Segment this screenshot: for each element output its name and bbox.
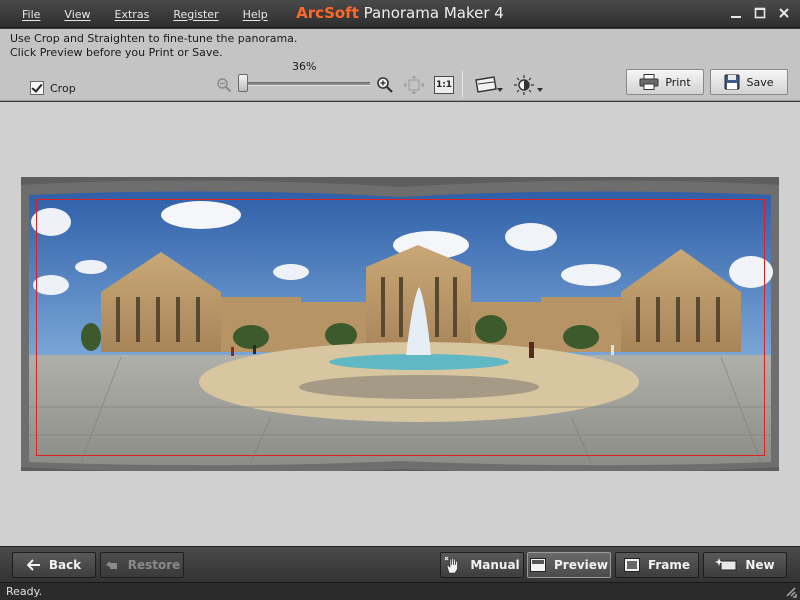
- new-project-icon: [715, 558, 737, 571]
- maximize-icon[interactable]: [750, 2, 770, 24]
- window-controls: [726, 2, 794, 24]
- manual-button[interactable]: Manual: [440, 552, 524, 578]
- save-button[interactable]: Save: [710, 69, 788, 95]
- zoom-out-icon[interactable]: [216, 77, 232, 93]
- new-button[interactable]: New: [703, 552, 787, 578]
- title-bar: File View Extras Register Help ArcSoft P…: [0, 0, 800, 28]
- restore-label: Restore: [127, 558, 181, 572]
- resize-grip-icon[interactable]: [784, 585, 798, 599]
- preview-icon: [529, 558, 546, 572]
- manual-label: Manual: [470, 558, 520, 572]
- print-label: Print: [665, 75, 691, 89]
- restore-button[interactable]: Restore: [100, 552, 184, 578]
- fit-to-window-icon[interactable]: [404, 76, 424, 94]
- crop-toggle[interactable]: Crop: [30, 81, 76, 95]
- arrow-left-icon: [26, 559, 40, 571]
- zoom-slider-thumb[interactable]: [238, 74, 248, 92]
- zoom-slider-track[interactable]: [240, 82, 370, 86]
- menu-bar: File View Extras Register Help: [14, 0, 284, 28]
- straighten-icon[interactable]: [474, 74, 504, 96]
- actual-size-icon[interactable]: 1:1: [434, 76, 454, 94]
- frame-button[interactable]: Frame: [615, 552, 699, 578]
- preview-button[interactable]: Preview: [527, 552, 611, 578]
- brightness-icon[interactable]: [514, 74, 544, 96]
- status-text: Ready.: [6, 585, 43, 598]
- preview-label: Preview: [553, 558, 608, 572]
- menu-view[interactable]: View: [56, 8, 98, 21]
- printer-icon: [639, 74, 659, 90]
- status-bar: Ready.: [0, 582, 800, 600]
- bottom-nav: Back Restore Manual Preview Frame New: [0, 546, 800, 582]
- zoom-value: 36%: [292, 60, 317, 73]
- toolbar-divider: [462, 71, 463, 97]
- undo-icon: [105, 561, 117, 569]
- app-brand: ArcSoft: [296, 4, 359, 22]
- zoom-in-icon[interactable]: [376, 76, 394, 94]
- menu-help[interactable]: Help: [235, 8, 276, 21]
- panorama-canvas[interactable]: [0, 102, 800, 546]
- save-label: Save: [746, 75, 774, 89]
- floppy-disk-icon: [724, 74, 740, 90]
- panorama-photo: [21, 180, 779, 471]
- menu-extras[interactable]: Extras: [107, 8, 158, 21]
- hand-icon: [444, 556, 459, 574]
- menu-register[interactable]: Register: [165, 8, 226, 21]
- instructions-line-2: Click Preview before you Print or Save.: [10, 46, 223, 59]
- print-button[interactable]: Print: [626, 69, 704, 95]
- minimize-icon[interactable]: [726, 2, 746, 24]
- instructions-line-1: Use Crop and Straighten to fine-tune the…: [10, 32, 298, 45]
- crop-label: Crop: [50, 81, 76, 95]
- back-label: Back: [48, 558, 82, 572]
- toolbar: Use Crop and Straighten to fine-tune the…: [0, 29, 800, 101]
- back-button[interactable]: Back: [12, 552, 96, 578]
- new-label: New: [745, 558, 775, 572]
- panorama-image[interactable]: [21, 177, 779, 471]
- close-icon[interactable]: [774, 2, 794, 24]
- instructions: Use Crop and Straighten to fine-tune the…: [10, 32, 297, 60]
- crop-checkbox[interactable]: [30, 81, 44, 95]
- app-name: Panorama Maker 4: [358, 4, 504, 22]
- frame-label: Frame: [647, 558, 691, 572]
- menu-file[interactable]: File: [14, 8, 48, 21]
- frame-icon: [623, 558, 640, 572]
